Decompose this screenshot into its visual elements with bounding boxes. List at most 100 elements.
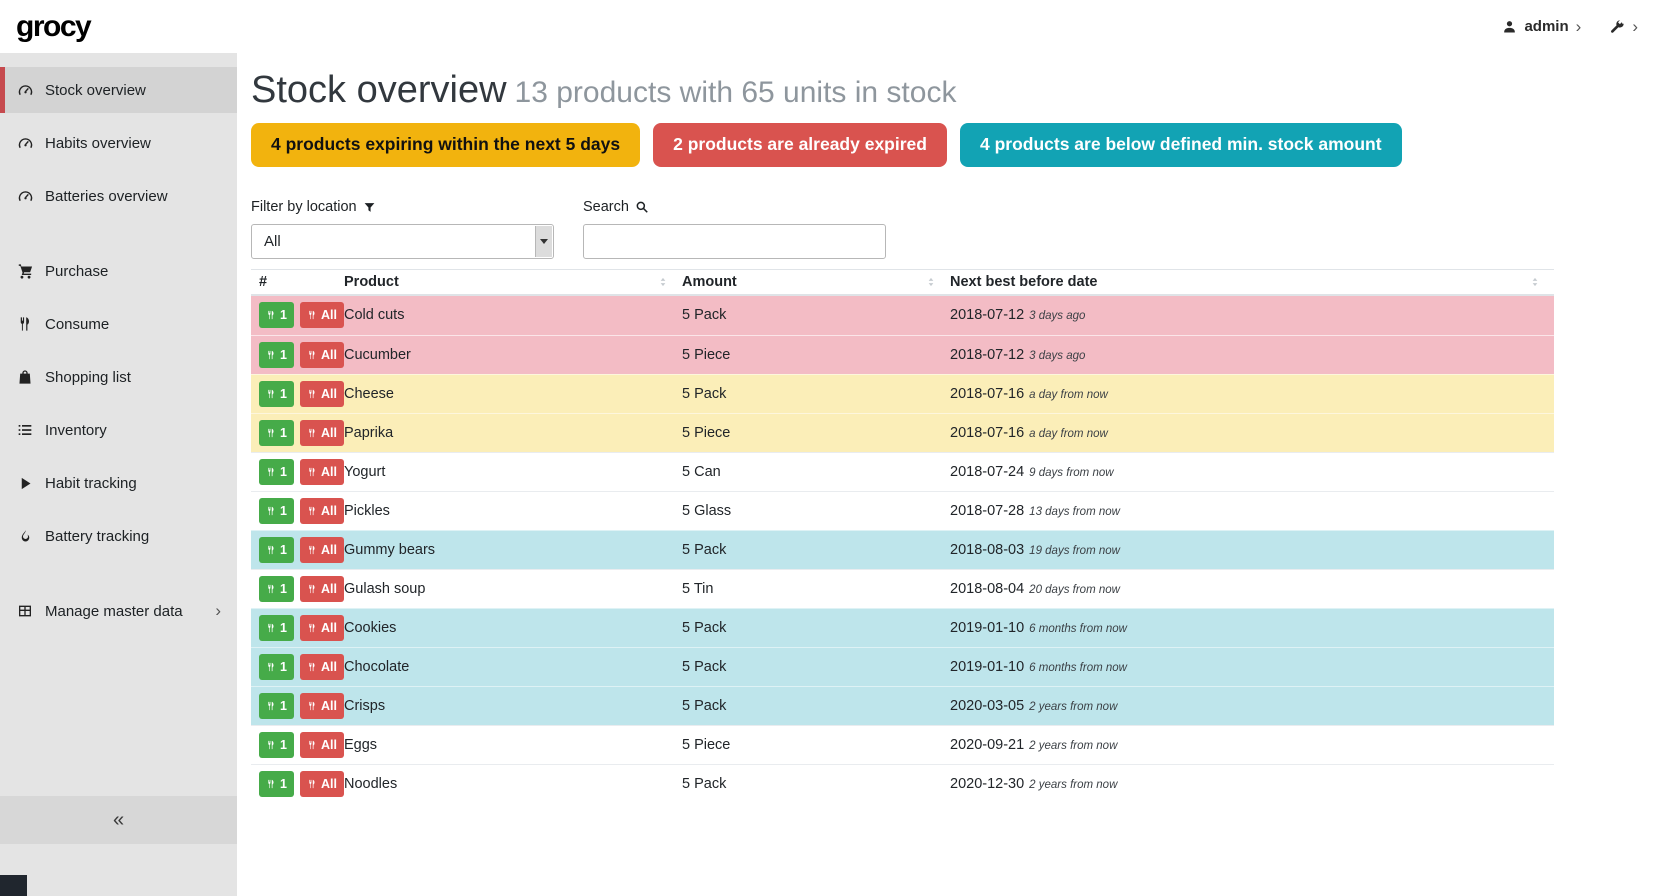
consume-one-label: 1 [280,426,287,440]
user-icon [1502,19,1517,34]
consume-one-button[interactable]: 1 [259,302,294,328]
chevron-right-icon: › [215,601,221,621]
best-before-date: 2020-12-30 [950,776,1024,792]
below-min-stock-badge[interactable]: 4 products are below defined min. stock … [960,123,1402,167]
product-name: Gulash soup [344,581,682,597]
expired-products-badge[interactable]: 2 products are already expired [653,123,947,167]
consume-all-button[interactable]: All [300,381,344,407]
product-amount: 5 Pack [682,659,950,675]
consume-one-button[interactable]: 1 [259,420,294,446]
utensils-icon [307,428,317,438]
row-actions: 1 All [251,693,344,719]
consume-one-label: 1 [280,348,287,362]
tachometer-icon [16,188,34,205]
magnifier-icon [635,200,649,214]
row-actions: 1 All [251,381,344,407]
utensils-icon [16,316,34,332]
consume-one-button[interactable]: 1 [259,459,294,485]
tachometer-icon [16,135,34,152]
consume-all-button[interactable]: All [300,771,344,797]
consume-one-button[interactable]: 1 [259,576,294,602]
consume-all-button[interactable]: All [300,498,344,524]
column-header-best-before[interactable]: Next best before date [950,274,1554,290]
row-actions: 1 All [251,654,344,680]
consume-all-button[interactable]: All [300,342,344,368]
utensils-icon [307,740,317,750]
sort-icon[interactable] [1528,275,1542,289]
sidebar-item-batteries-overview[interactable]: Batteries overview [0,173,237,219]
sidebar-item-stock-overview[interactable]: Stock overview [0,67,237,113]
main-content: Stock overview13 products with 65 units … [251,53,1554,803]
consume-all-button[interactable]: All [300,732,344,758]
table-row: 1 All Paprika 5 Piece 2018-07-16a day fr… [251,413,1554,452]
consume-one-button[interactable]: 1 [259,693,294,719]
search-input[interactable] [583,224,886,259]
row-actions: 1 All [251,342,344,368]
expiring-products-badge[interactable]: 4 products expiring within the next 5 da… [251,123,640,167]
consume-one-button[interactable]: 1 [259,498,294,524]
sidebar-item-label: Consume [45,316,109,333]
best-before-date: 2020-09-21 [950,737,1024,753]
table-row: 1 All Cold cuts 5 Pack 2018-07-123 days … [251,296,1554,335]
sidebar-collapse-button[interactable]: « [0,796,237,844]
location-select[interactable]: All [251,224,554,259]
consume-one-button[interactable]: 1 [259,732,294,758]
user-menu[interactable]: admin › [1502,17,1581,37]
utensils-icon [307,662,317,672]
product-amount: 5 Glass [682,503,950,519]
consume-all-button[interactable]: All [300,693,344,719]
sort-icon[interactable] [656,275,670,289]
column-header-amount[interactable]: Amount [682,274,950,290]
stock-table-body: 1 All Cold cuts 5 Pack 2018-07-123 days … [251,296,1554,803]
consume-all-label: All [321,738,337,752]
consume-all-label: All [321,543,337,557]
sidebar-item-battery-tracking[interactable]: Battery tracking [0,513,237,559]
product-amount: 5 Tin [682,581,950,597]
sort-icon[interactable] [924,275,938,289]
consume-one-label: 1 [280,504,287,518]
consume-one-button[interactable]: 1 [259,615,294,641]
sidebar-item-habit-tracking[interactable]: Habit tracking [0,460,237,506]
consume-all-label: All [321,348,337,362]
sidebar-divider [0,566,237,588]
sidebar-item-inventory[interactable]: Inventory [0,407,237,453]
consume-all-button[interactable]: All [300,615,344,641]
consume-all-label: All [321,699,337,713]
consume-one-button[interactable]: 1 [259,537,294,563]
column-header-product[interactable]: Product [344,274,682,290]
consume-one-label: 1 [280,308,287,322]
consume-one-label: 1 [280,738,287,752]
consume-all-label: All [321,621,337,635]
sidebar-item-label: Habits overview [45,135,151,152]
caret-down-icon [540,239,548,244]
best-before-cell: 2018-07-2813 days from now [950,503,1554,519]
best-before-date: 2018-07-28 [950,503,1024,519]
consume-one-button[interactable]: 1 [259,654,294,680]
consume-all-button[interactable]: All [300,302,344,328]
best-before-date: 2019-01-10 [950,659,1024,675]
sidebar-item-shopping-list[interactable]: Shopping list [0,354,237,400]
consume-one-button[interactable]: 1 [259,342,294,368]
sidebar-item-consume[interactable]: Consume [0,301,237,347]
consume-all-button[interactable]: All [300,459,344,485]
consume-one-label: 1 [280,465,287,479]
consume-all-button[interactable]: All [300,537,344,563]
utensils-icon [266,623,276,633]
product-name: Paprika [344,425,682,441]
best-before-cell: 2018-08-0420 days from now [950,581,1554,597]
settings-menu[interactable]: › [1609,17,1638,37]
sidebar-item-manage-master-data[interactable]: Manage master data › [0,588,237,634]
best-before-cell: 2018-07-123 days ago [950,307,1554,323]
best-before-cell: 2019-01-106 months from now [950,620,1554,636]
consume-all-button[interactable]: All [300,576,344,602]
sidebar-item-habits-overview[interactable]: Habits overview [0,120,237,166]
consume-all-button[interactable]: All [300,654,344,680]
consume-all-button[interactable]: All [300,420,344,446]
sidebar-item-purchase[interactable]: Purchase [0,248,237,294]
consume-one-button[interactable]: 1 [259,381,294,407]
best-before-timeago: 19 days from now [1029,545,1120,557]
consume-one-button[interactable]: 1 [259,771,294,797]
select-dropdown-button[interactable] [535,226,552,257]
consume-one-label: 1 [280,699,287,713]
row-actions: 1 All [251,420,344,446]
